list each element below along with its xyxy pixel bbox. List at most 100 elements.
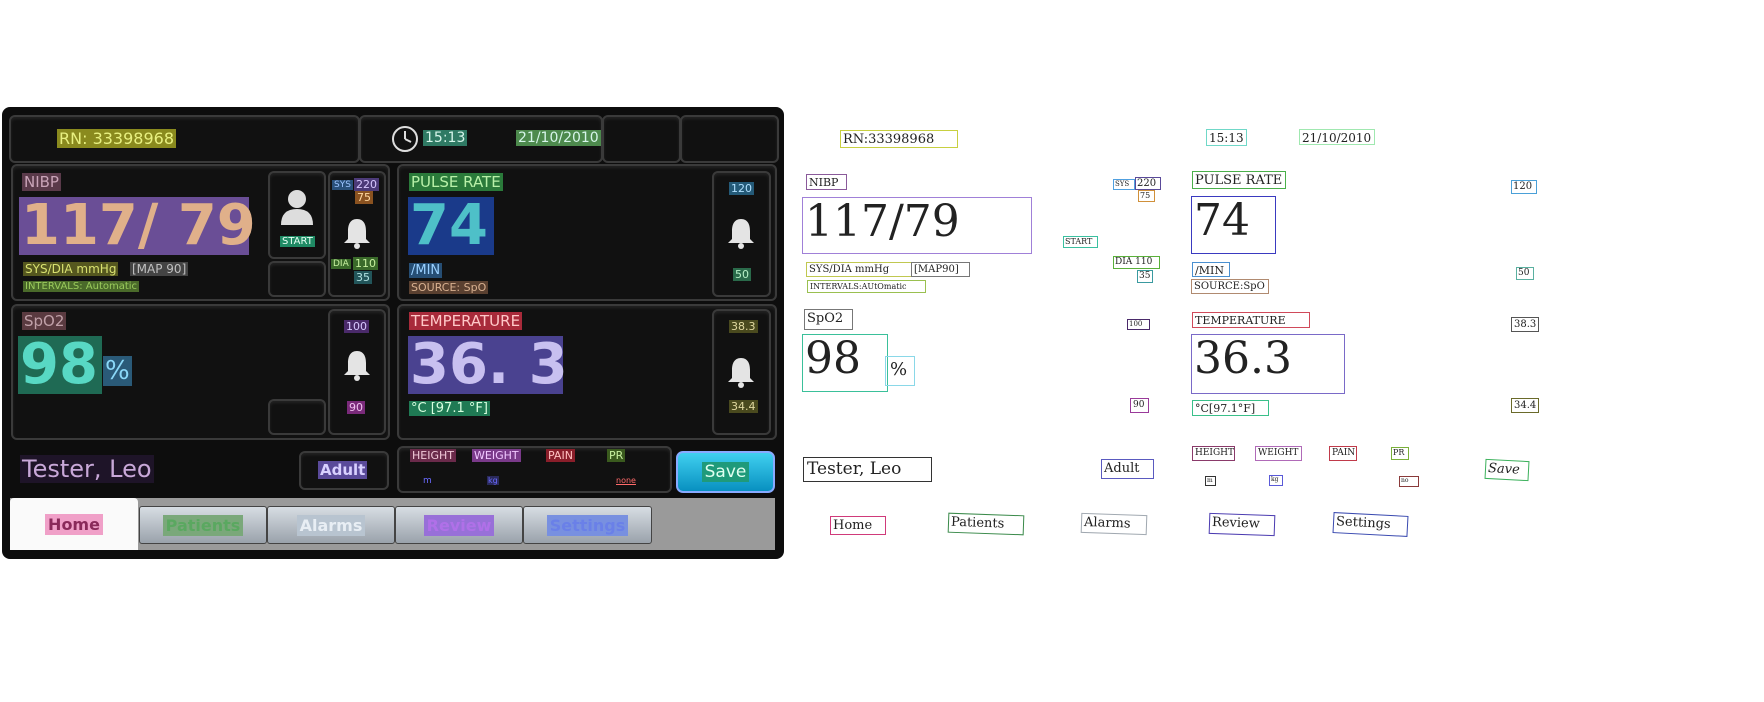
ov-pulse: PULSE RATE	[1192, 171, 1286, 189]
ov-kg: kg	[1269, 475, 1283, 486]
nibp-title: NIBP	[22, 173, 61, 191]
temp-value: 36. 3	[408, 332, 568, 397]
clock-icon	[392, 126, 418, 152]
ov-nibp: NIBP	[806, 174, 847, 190]
nibp-value: 117/ 79	[19, 193, 256, 258]
patient-type: Adult	[318, 461, 368, 479]
ov-date: 21/10/2010	[1299, 129, 1375, 145]
ov-time: 15:13	[1206, 129, 1247, 146]
ov-nibp-value: 117/79	[802, 197, 1032, 254]
height-unit: m	[423, 476, 432, 486]
sys-low-limit: 75	[355, 191, 373, 204]
header-button-1[interactable]	[602, 115, 681, 163]
date: 21/10/2010	[516, 130, 601, 146]
ov-tab-home: Home	[830, 516, 886, 535]
time: 15:13	[423, 130, 468, 146]
tab-settings[interactable]: Settings	[523, 506, 652, 544]
nibp-map: [MAP 90]	[130, 262, 189, 276]
tab-review[interactable]: Review	[395, 506, 523, 544]
pulse-value: 74	[408, 197, 494, 255]
ov-pain: PAIN	[1329, 446, 1357, 461]
save-button[interactable]: Save	[676, 451, 775, 493]
spo2-low-limit: 90	[347, 401, 365, 414]
pulse-unit: /MIN	[409, 263, 443, 278]
ov-start: START	[1063, 236, 1098, 248]
nibp-secondary-button[interactable]	[268, 261, 326, 297]
weight-label: WEIGHT	[472, 449, 521, 462]
ov-none: no	[1399, 476, 1419, 487]
sys-label: SYS	[332, 180, 353, 190]
temp-bell-icon	[723, 354, 759, 390]
weight-unit: kg	[487, 476, 499, 485]
ov-spo2: SpO2	[804, 309, 853, 330]
start-label: START	[280, 236, 315, 247]
spo2-alarm-limits[interactable]: 100 90	[328, 309, 386, 435]
ov-pr: PR	[1391, 447, 1409, 460]
ov-temp-unit: °C[97.1°F]	[1192, 400, 1269, 416]
height-label: HEIGHT	[410, 449, 456, 462]
ov-tab-settings: Settings	[1332, 512, 1409, 537]
temp-unit: °C [97.1 °F]	[409, 401, 490, 416]
nibp-intervals: INTERVALS: Automatic	[23, 281, 140, 292]
person-icon	[281, 190, 313, 225]
dia-high-limit: 110	[353, 257, 378, 270]
ov-height: HEIGHT	[1192, 446, 1235, 461]
ov-sys-low: 75	[1138, 190, 1155, 202]
ov-spo2-value: 98	[802, 334, 888, 392]
tab-review-label: Review	[423, 514, 495, 536]
nibp-bell-icon	[339, 215, 375, 251]
spo2-title: SpO2	[22, 312, 67, 330]
header-button-2[interactable]	[680, 115, 779, 163]
save-label: Save	[701, 462, 750, 482]
pulse-low-limit: 50	[733, 268, 751, 281]
ov-name: Tester, Leo	[803, 457, 932, 482]
temp-title: TEMPERATURE	[409, 312, 523, 330]
patient-info-panel[interactable]: HEIGHT WEIGHT PAIN PR m kg none	[397, 446, 672, 493]
ov-tab-review: Review	[1208, 512, 1276, 537]
patient-type-button[interactable]: Adult	[299, 451, 389, 490]
spo2-bell-icon	[339, 347, 375, 383]
tab-patients-label: Patients	[162, 514, 244, 536]
ov-rn: RN:33398968	[840, 130, 958, 148]
temp-alarm-limits[interactable]: 38.3 34.4	[712, 309, 771, 435]
tab-patients[interactable]: Patients	[139, 506, 267, 544]
ov-m: m	[1205, 476, 1216, 486]
ov-weight: WEIGHT	[1255, 446, 1302, 461]
ov-dia: DIA 110	[1113, 256, 1160, 269]
dia-low-limit: 35	[354, 271, 372, 284]
spo2-secondary-button[interactable]	[268, 399, 326, 435]
ov-sys-high: 220	[1135, 177, 1161, 190]
temp-high-limit: 38.3	[729, 320, 758, 333]
pain-value: none	[616, 476, 636, 485]
nibp-alarm-limits[interactable]: SYS 220 75 DIA 110 35	[328, 171, 386, 297]
ov-pct: %	[885, 356, 915, 386]
pulse-source: SOURCE: SpO	[409, 281, 489, 294]
ov-spo2-high: 100	[1127, 319, 1150, 330]
ov-tab-patients: Patients	[947, 512, 1025, 536]
tab-alarms[interactable]: Alarms	[267, 506, 395, 544]
ov-adult: Adult	[1101, 459, 1154, 479]
pulse-title: PULSE RATE	[409, 173, 503, 191]
temp-low-limit: 34.4	[729, 400, 758, 413]
tab-alarms-label: Alarms	[296, 514, 366, 536]
ov-source: SOURCE:SpO	[1191, 279, 1269, 294]
clock-panel: 15:13 21/10/2010	[359, 115, 603, 163]
tab-settings-label: Settings	[546, 514, 629, 536]
ov-dia-low: 35	[1137, 270, 1153, 283]
pain-label: PAIN	[546, 449, 575, 462]
ov-units: SYS/DIA mmHg	[806, 262, 912, 277]
tab-home-label: Home	[45, 513, 103, 535]
pulse-alarm-limits[interactable]: 120 50	[712, 171, 771, 297]
ov-pulse-low: 50	[1516, 267, 1534, 280]
sys-high-limit: 220	[354, 178, 379, 191]
ov-temp-value: 36.3	[1191, 334, 1345, 394]
tab-home[interactable]: Home	[10, 498, 138, 550]
pulse-bell-icon	[723, 215, 759, 251]
ov-temp: TEMPERATURE	[1192, 312, 1310, 328]
ov-save: Save	[1484, 458, 1530, 482]
ov-intervals: INTERVALS:AUtOmatic	[807, 280, 926, 293]
ov-sys: SYS	[1113, 179, 1135, 190]
spo2-high-limit: 100	[344, 320, 369, 333]
nibp-start-button[interactable]: START	[268, 171, 326, 259]
ov-temp-low: 34.4	[1511, 398, 1539, 413]
